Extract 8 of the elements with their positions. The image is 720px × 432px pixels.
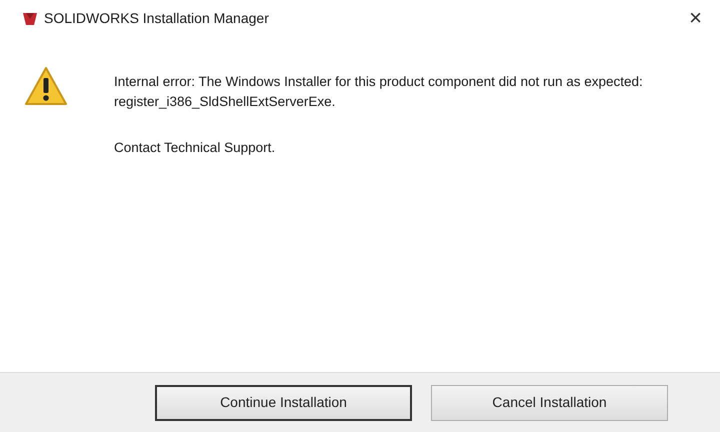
warning-icon xyxy=(24,66,68,106)
window-title: SOLIDWORKS Installation Manager xyxy=(44,8,269,28)
app-logo-icon xyxy=(22,10,38,26)
message-text: Contact Technical Support. xyxy=(114,139,276,157)
message-text: Internal error: The Windows Installer for this product component did not run as expected: register_i386_SldShellExtServerExe. xyxy=(114,73,644,111)
close-button[interactable]: × xyxy=(685,7,706,29)
dialog-button[interactable]: Cancel Installation xyxy=(431,384,668,420)
dialog-button[interactable]: Continue Installation xyxy=(155,384,412,420)
